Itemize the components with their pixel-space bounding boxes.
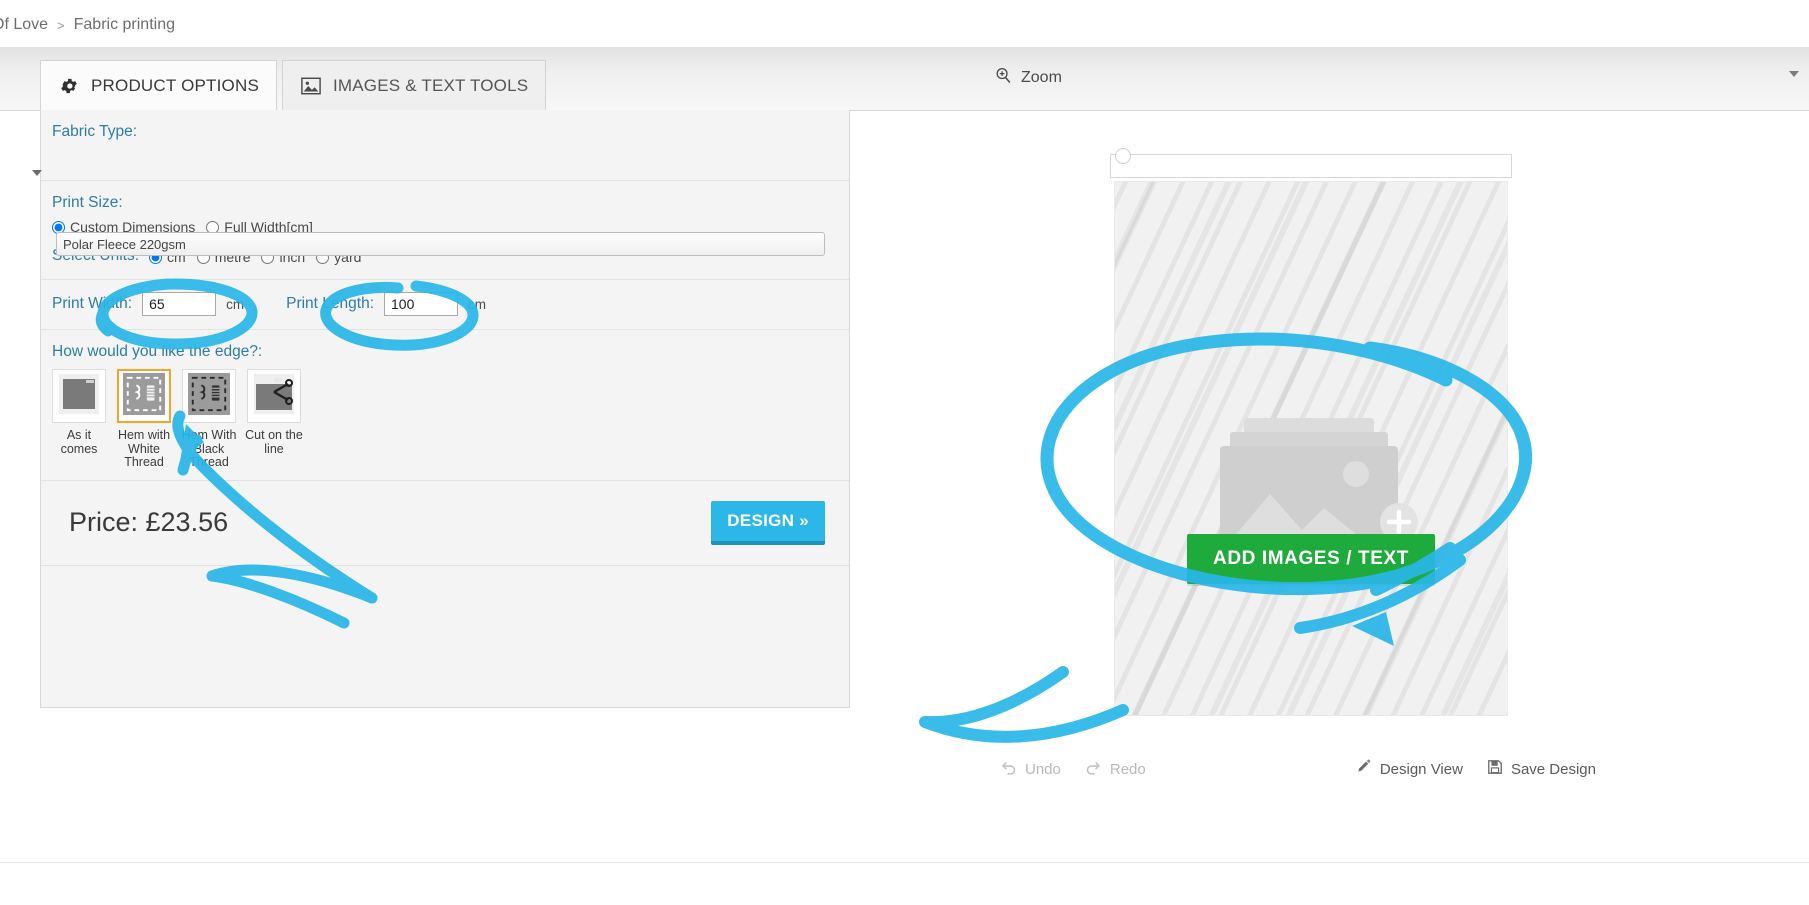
hem-black-thread-icon [188,372,230,420]
undo-icon [1000,760,1017,779]
tab-bar: PRODUCT OPTIONS IMAGES & TEXT TOOLS [40,60,547,110]
zoom-label: Zoom [1021,69,1062,86]
edge-option-as-it-comes-box[interactable] [52,369,106,423]
print-length-unit: cm [468,296,487,312]
add-images-text-button[interactable]: ADD IMAGES / TEXT [1187,534,1435,584]
design-bottom-toolbar: Undo Redo Design View Save Design [1000,747,1620,791]
design-button[interactable]: DESIGN » [711,500,825,545]
plain-fabric-icon [57,372,101,421]
edge-option-cut-on-the-line-label: Cut on the line [245,428,303,456]
edge-option-as-it-comes[interactable]: As it comes [52,369,106,470]
price-text: Price: £23.56 [69,507,229,537]
canvas-handle-icon[interactable] [1115,148,1131,164]
design-view-label: Design View [1379,760,1463,778]
redo-label: Redo [1109,760,1146,778]
breadcrumb-separator: > [57,17,65,33]
print-length-input[interactable] [384,292,459,316]
undo-label: Undo [1025,760,1061,778]
undo-button[interactable]: Undo [1000,760,1061,779]
edge-options-section: How would you like the edge?: As it come… [41,330,849,481]
chevron-down-icon[interactable] [1789,71,1799,77]
dimensions-row: Print Width: cm Print Length: cm [41,280,849,330]
fabric-type-select[interactable]: Polar Fleece 220gsm [56,232,825,256]
footer-divider [0,862,1809,863]
edge-option-hem-black-thread[interactable]: Hem With Black Thread [182,369,236,470]
edge-option-hem-white-thread[interactable]: Hem with White Thread [117,369,171,470]
product-options-panel: Fabric Type: Polar Fleece 220gsm Print S… [32,110,850,708]
save-design-label: Save Design [1510,760,1596,778]
canvas-top-bar [1110,148,1512,178]
breadcrumb-item-0[interactable]: Of Love [0,16,48,34]
gear-icon [58,75,80,97]
redo-icon [1085,760,1102,779]
edge-option-hem-white-thread-box[interactable] [117,369,171,423]
print-width-input[interactable] [142,292,217,316]
chevron-down-icon [32,170,42,176]
tab-images-text-tools-label: IMAGES & TEXT TOOLS [332,75,529,95]
print-size-section: Print Size: Custom Dimensions Full Width… [41,181,849,280]
edge-option-hem-white-thread-label: Hem with White Thread [117,428,171,469]
fabric-type-label: Fabric Type: [52,123,138,140]
tab-product-options-label: PRODUCT OPTIONS [91,75,259,95]
tab-images-text-tools[interactable]: IMAGES & TEXT TOOLS [281,60,547,110]
pencil-icon [1356,759,1372,779]
fabric-canvas[interactable]: ADD IMAGES / TEXT [1114,181,1508,716]
app-shell: PRODUCT OPTIONS IMAGES & TEXT TOOLS Zoom [0,47,1809,863]
design-preview-stage: ADD IMAGES / TEXT [1110,110,1512,716]
breadcrumb-item-1[interactable]: Fabric printing [74,16,175,34]
edge-option-hem-black-thread-box[interactable] [182,369,236,423]
fabric-type-section: Fabric Type: Polar Fleece 220gsm [32,110,849,256]
zoom-control-inner: Zoom [995,67,1062,89]
save-design-button[interactable]: Save Design [1487,759,1596,779]
print-width-unit: cm [226,296,245,312]
edge-options-label: How would you like the edge?: [52,343,263,360]
scissors-icon [252,372,296,421]
page-root: Of Love > Fabric printing PRODUCT OPTION… [0,0,1809,905]
print-width-label: Print Width: [52,295,133,312]
edge-options-list: As it comes Hem with White Thread Hem Wi… [52,369,838,470]
hem-white-thread-icon [123,372,165,420]
edge-option-cut-on-the-line-box[interactable] [247,369,301,423]
breadcrumb: Of Love > Fabric printing [0,8,175,42]
edge-option-cut-on-the-line[interactable]: Cut on the line [245,369,303,470]
zoom-control[interactable]: Zoom [965,47,1809,109]
image-icon [300,75,322,97]
print-length-label: Print Length: [286,295,375,312]
floppy-disk-icon [1487,759,1503,779]
tab-product-options[interactable]: PRODUCT OPTIONS [40,60,277,110]
edge-option-hem-black-thread-label: Hem With Black Thread [181,428,237,469]
zoom-in-icon [995,67,1012,89]
print-size-label: Print Size: [52,194,123,211]
design-view-button[interactable]: Design View [1356,759,1463,779]
price-row: Price: £23.56 DESIGN » [41,480,849,566]
redo-button[interactable]: Redo [1085,760,1146,779]
edge-option-as-it-comes-label: As it comes [60,428,98,456]
